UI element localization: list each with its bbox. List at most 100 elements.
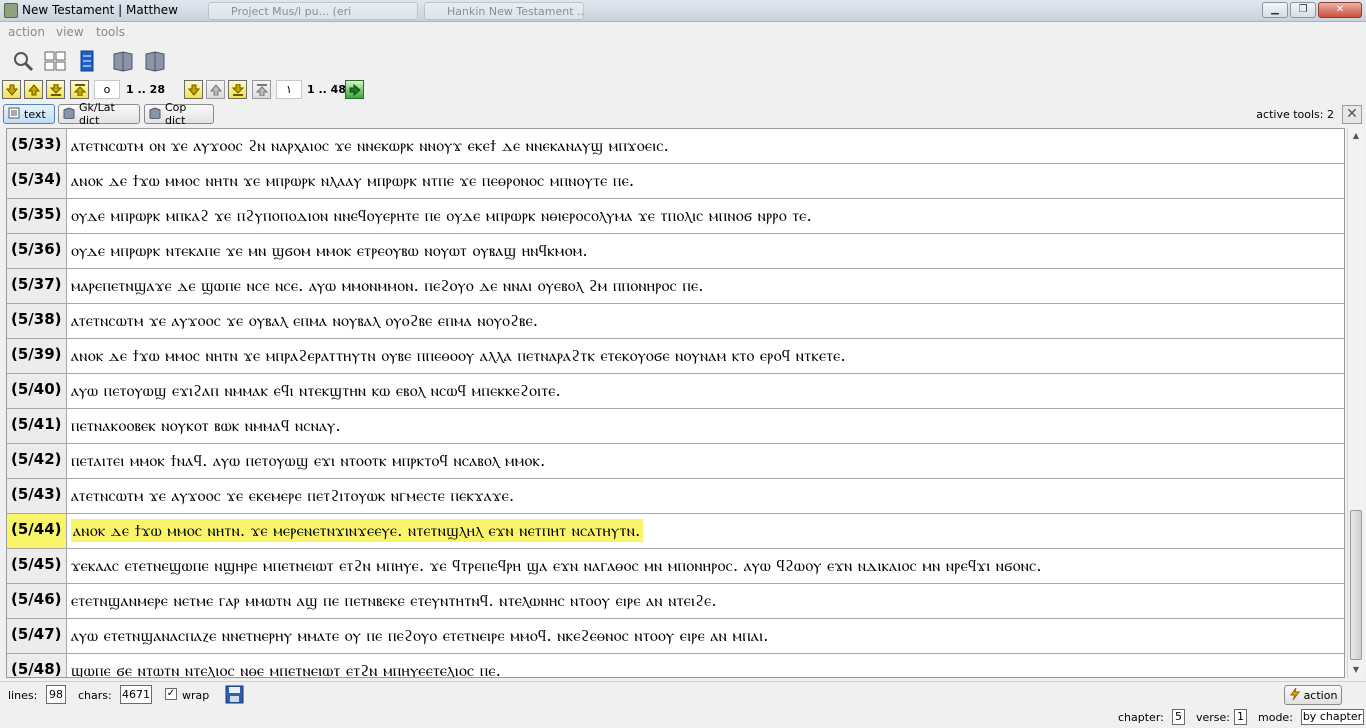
go-arrow-icon[interactable]	[345, 80, 364, 99]
verse-row[interactable]: (5/48) ϣⲱⲡⲉ ϭⲉ ⲛⲧⲱⲧⲛ ⲛⲧⲉⲗⲓⲟⲥ ⲛⲑⲉ ⲙⲡⲉⲧⲛⲉⲓⲱ…	[7, 654, 1344, 677]
verse-row[interactable]: (5/43) ⲁⲧⲉⲧⲛⲥⲱⲧⲙ ϫⲉ ⲁⲩϫⲟⲟⲥ ϫⲉ ⲉⲕⲉⲙⲉⲣⲉ ⲡⲉⲧ…	[7, 479, 1344, 514]
verse-text: ⲟⲩⲇⲉ ⲙⲡⲣⲱⲣⲕ ⲛⲧⲉⲕⲁⲡⲉ ϫⲉ ⲙⲛ ϣϭⲟⲙ ⲙⲙⲟⲕ ⲉⲧⲣⲉ…	[71, 241, 588, 260]
verse-row[interactable]: (5/41) ⲡⲉⲧⲛⲁⲕⲟⲟⲃⲉⲕ ⲛⲟⲩⲕⲟⲧ ⲃⲱⲕ ⲛⲙⲙⲁϥ ⲛⲥⲛⲁⲩ…	[7, 409, 1344, 444]
icon-toolbar	[0, 44, 1366, 76]
book-icon[interactable]	[142, 48, 168, 74]
scroll-down-icon[interactable]: ▼	[1348, 662, 1364, 678]
verse-row[interactable]: (5/34) ⲁⲛⲟⲕ ⲇⲉ ϯϫⲱ ⲙⲙⲟⲥ ⲛⲏⲧⲛ ϫⲉ ⲙⲡⲣⲱⲣⲕ ⲛⲗ…	[7, 164, 1344, 199]
verse-text-cell: ⲁⲛⲟⲕ ⲇⲉ ϯϫⲱ ⲙⲙⲟⲥ ⲛⲏⲧⲛ ϫⲉ ⲙⲡⲣⲱⲣⲕ ⲛⲗⲁⲁⲩ ⲙⲡ…	[67, 164, 1344, 198]
column-icon[interactable]	[74, 48, 100, 74]
minimize-button[interactable]: ▁	[1262, 2, 1288, 18]
tool-tabs: text Gk/Lat dict Cop dict active tools: …	[0, 101, 1366, 127]
verse-row[interactable]: (5/36) ⲟⲩⲇⲉ ⲙⲡⲣⲱⲣⲕ ⲛⲧⲉⲕⲁⲡⲉ ϫⲉ ⲙⲛ ϣϭⲟⲙ ⲙⲙⲟ…	[7, 234, 1344, 269]
verse-down-icon[interactable]	[184, 80, 203, 99]
search-icon[interactable]	[10, 48, 36, 74]
verse-text: ⲁⲧⲉⲧⲛⲥⲱⲧⲙ ϫⲉ ⲁⲩϫⲟⲟⲥ ϫⲉ ⲉⲕⲉⲙⲉⲣⲉ ⲡⲉⲧϩⲓⲧⲟⲩⲱ…	[71, 486, 515, 505]
scroll-thumb[interactable]	[1350, 510, 1362, 660]
chapter-input[interactable]: o	[94, 80, 120, 99]
background-tab[interactable]: Hankin New Testament ...	[424, 2, 584, 20]
verse-text-cell: ⲟⲩⲇⲉ ⲙⲡⲣⲱⲣⲕ ⲛⲧⲉⲕⲁⲡⲉ ϫⲉ ⲙⲛ ϣϭⲟⲙ ⲙⲙⲟⲕ ⲉⲧⲣⲉ…	[67, 234, 1344, 268]
verse-row[interactable]: (5/39) ⲁⲛⲟⲕ ⲇⲉ ϯϫⲱ ⲙⲙⲟⲥ ⲛⲏⲧⲛ ϫⲉ ⲙⲡⲣⲁϩⲉⲣⲁⲧ…	[7, 339, 1344, 374]
verse-text-cell: ⲁⲩⲱ ⲡⲉⲧⲟⲩⲱϣ ⲉϫⲓϩⲁⲡ ⲛⲙⲙⲁⲕ ⲉϥⲓ ⲛⲧⲉⲕϣⲧⲏⲛ ⲕⲱ…	[67, 374, 1344, 408]
verse-row[interactable]: (5/45) ϫⲉⲕⲁⲁⲥ ⲉⲧⲉⲧⲛⲉϣⲱⲡⲉ ⲛϣⲏⲣⲉ ⲙⲡⲉⲧⲛⲉⲓⲱⲧ …	[7, 549, 1344, 584]
verse-text: ⲡⲉⲧⲛⲁⲕⲟⲟⲃⲉⲕ ⲛⲟⲩⲕⲟⲧ ⲃⲱⲕ ⲛⲙⲙⲁϥ ⲛⲥⲛⲁⲩ.	[71, 416, 341, 435]
verse-text-cell: ϫⲉⲕⲁⲁⲥ ⲉⲧⲉⲧⲛⲉϣⲱⲡⲉ ⲛϣⲏⲣⲉ ⲙⲡⲉⲧⲛⲉⲓⲱⲧ ⲉⲧϩⲛ ⲙ…	[67, 549, 1344, 583]
verse-ref: (5/45)	[7, 549, 67, 583]
verse-text: ⲁⲛⲟⲕ ⲇⲉ ϯϫⲱ ⲙⲙⲟⲥ ⲛⲏⲧⲛ ϫⲉ ⲙⲡⲣⲱⲣⲕ ⲛⲗⲁⲁⲩ ⲙⲡ…	[71, 171, 635, 190]
verse-ref: (5/37)	[7, 269, 67, 303]
title-bar: New Testament | Matthew Project Mus/l pu…	[0, 0, 1366, 22]
chapter-range: 1 .. 28	[126, 83, 165, 96]
verse-row[interactable]: (5/33) ⲁⲧⲉⲧⲛⲥⲱⲧⲙ ⲟⲛ ϫⲉ ⲁⲩϫⲟⲟⲥ ϩⲛ ⲛⲁⲣⲭⲁⲓⲟⲥ…	[7, 129, 1344, 164]
menu-bar: action view tools	[0, 22, 1366, 42]
verse-input[interactable]: ١	[276, 80, 302, 99]
background-tab-label: Hankin New Testament ...	[447, 5, 584, 18]
layout-icon[interactable]	[42, 48, 68, 74]
verse-text: ⲡⲉⲧⲁⲓⲧⲉⲓ ⲙⲙⲟⲕ ϯⲛⲁϥ. ⲁⲩⲱ ⲡⲉⲧⲟⲩⲱϣ ⲉϫⲓ ⲛⲧⲟⲟ…	[71, 451, 546, 470]
mode-label: mode:	[1258, 711, 1293, 724]
verse-row[interactable]: (5/46) ⲉⲧⲉⲧⲛϣⲁⲛⲙⲉⲣⲉ ⲛⲉⲧⲙⲉ ⲅⲁⲣ ⲙⲙⲱⲧⲛ ⲁϣ ⲡⲉ…	[7, 584, 1344, 619]
verse-ref: (5/48)	[7, 654, 67, 677]
verse-text: ⲉⲧⲉⲧⲛϣⲁⲛⲙⲉⲣⲉ ⲛⲉⲧⲙⲉ ⲅⲁⲣ ⲙⲙⲱⲧⲛ ⲁϣ ⲡⲉ ⲡⲉⲧⲛⲃ…	[71, 591, 717, 610]
verse-row[interactable]: (5/37) ⲙⲁⲣⲉⲡⲉⲧⲛϣⲁϫⲉ ⲇⲉ ϣⲱⲡⲉ ⲛⲥⲉ ⲛⲥⲉ. ⲁⲩⲱ …	[7, 269, 1344, 304]
verse-row[interactable]: (5/40) ⲁⲩⲱ ⲡⲉⲧⲟⲩⲱϣ ⲉϫⲓϩⲁⲡ ⲛⲙⲙⲁⲕ ⲉϥⲓ ⲛⲧⲉⲕϣ…	[7, 374, 1344, 409]
save-icon[interactable]	[225, 685, 244, 704]
verse-list[interactable]: (5/33) ⲁⲧⲉⲧⲛⲥⲱⲧⲙ ⲟⲛ ϫⲉ ⲁⲩϫⲟⲟⲥ ϩⲛ ⲛⲁⲣⲭⲁⲓⲟⲥ…	[6, 128, 1345, 678]
verse-ref: (5/36)	[7, 234, 67, 268]
verse-text-cell: ⲁⲧⲉⲧⲛⲥⲱⲧⲙ ϫⲉ ⲁⲩϫⲟⲟⲥ ϫⲉ ⲉⲕⲉⲙⲉⲣⲉ ⲡⲉⲧϩⲓⲧⲟⲩⲱ…	[67, 479, 1344, 513]
verse-text: ⲙⲁⲣⲉⲡⲉⲧⲛϣⲁϫⲉ ⲇⲉ ϣⲱⲡⲉ ⲛⲥⲉ ⲛⲥⲉ. ⲁⲩⲱ ⲙⲙⲟⲛⲙⲙ…	[71, 276, 704, 295]
app-icon	[4, 3, 18, 18]
chapter-up-icon[interactable]	[24, 80, 43, 99]
verse-text: ⲁⲧⲉⲧⲛⲥⲱⲧⲙ ⲟⲛ ϫⲉ ⲁⲩϫⲟⲟⲥ ϩⲛ ⲛⲁⲣⲭⲁⲓⲟⲥ ϫⲉ ⲛⲛ…	[71, 136, 670, 155]
tab-gk-lat-dict[interactable]: Gk/Lat dict	[58, 101, 140, 127]
chapter-last-icon[interactable]	[46, 80, 65, 99]
verse-label: verse:	[1196, 711, 1231, 724]
document-icon	[8, 107, 20, 122]
verse-up-icon[interactable]	[206, 80, 225, 99]
verse-ref: (5/46)	[7, 584, 67, 618]
wrap-label: wrap	[182, 689, 210, 702]
scroll-up-icon[interactable]: ▲	[1348, 128, 1364, 144]
mode-select[interactable]: by chapter	[1301, 709, 1364, 725]
tab-cop-dict[interactable]: Cop dict	[144, 101, 214, 127]
verse-ref: (5/41)	[7, 409, 67, 443]
tab-text[interactable]: text	[3, 104, 55, 124]
chapter-first-icon[interactable]	[70, 80, 89, 99]
navigation-bar: o 1 .. 28 ١ 1 .. 48	[0, 78, 1366, 100]
action-button-label: action	[1303, 688, 1338, 702]
verse-text-cell: ⲁⲛⲟⲕ ⲇⲉ ϯϫⲱ ⲙⲙⲟⲥ ⲛⲏⲧⲛ ϫⲉ ⲙⲡⲣⲁϩⲉⲣⲁⲧⲧⲏⲩⲧⲛ …	[67, 339, 1344, 373]
verse-row[interactable]: (5/38) ⲁⲧⲉⲧⲛⲥⲱⲧⲙ ϫⲉ ⲁⲩϫⲟⲟⲥ ϫⲉ ⲟⲩⲃⲁⲗ ⲉⲡⲙⲁ …	[7, 304, 1344, 339]
menu-tools[interactable]: tools	[96, 25, 125, 39]
wrap-checkbox[interactable]: ✓	[165, 688, 177, 700]
chapter-value: 5	[1172, 709, 1185, 725]
verse-text-cell: ⲙⲁⲣⲉⲡⲉⲧⲛϣⲁϫⲉ ⲇⲉ ϣⲱⲡⲉ ⲛⲥⲉ ⲛⲥⲉ. ⲁⲩⲱ ⲙⲙⲟⲛⲙⲙ…	[67, 269, 1344, 303]
close-window-button[interactable]: ✕	[1318, 2, 1362, 18]
close-icon[interactable]: ✕	[1342, 105, 1362, 124]
verse-first-icon[interactable]	[252, 80, 271, 99]
verse-last-icon[interactable]	[228, 80, 247, 99]
verse-text-cell: ⲁⲧⲉⲧⲛⲥⲱⲧⲙ ϫⲉ ⲁⲩϫⲟⲟⲥ ϫⲉ ⲟⲩⲃⲁⲗ ⲉⲡⲙⲁ ⲛⲟⲩⲃⲁⲗ…	[67, 304, 1344, 338]
background-tab[interactable]: Project Mus/l pu... (eri	[208, 2, 418, 20]
maximize-button[interactable]: ❐	[1290, 2, 1316, 18]
verse-row[interactable]: (5/42) ⲡⲉⲧⲁⲓⲧⲉⲓ ⲙⲙⲟⲕ ϯⲛⲁϥ. ⲁⲩⲱ ⲡⲉⲧⲟⲩⲱϣ ⲉϫ…	[7, 444, 1344, 479]
verse-text: ⲟⲩⲇⲉ ⲙⲡⲣⲱⲣⲕ ⲙⲡⲕⲁϩ ϫⲉ ⲡϩⲩⲡⲟⲡⲟⲇⲓⲟⲛ ⲛⲛⲉϥⲟⲩⲉ…	[71, 206, 812, 225]
chapter-down-icon[interactable]	[2, 80, 21, 99]
menu-action[interactable]: action	[8, 25, 45, 39]
verse-ref: (5/33)	[7, 129, 67, 163]
verse-text-cell: ⲡⲉⲧⲁⲓⲧⲉⲓ ⲙⲙⲟⲕ ϯⲛⲁϥ. ⲁⲩⲱ ⲡⲉⲧⲟⲩⲱϣ ⲉϫⲓ ⲛⲧⲟⲟ…	[67, 444, 1344, 478]
verse-row[interactable]: (5/35) ⲟⲩⲇⲉ ⲙⲡⲣⲱⲣⲕ ⲙⲡⲕⲁϩ ϫⲉ ⲡϩⲩⲡⲟⲡⲟⲇⲓⲟⲛ ⲛ…	[7, 199, 1344, 234]
verse-text: ⲁⲩⲱ ⲉⲧⲉⲧⲛϣⲁⲛⲁⲥⲡⲁⲍⲉ ⲛⲛⲉⲧⲛⲉⲣⲏⲩ ⲙⲙⲁⲧⲉ ⲟⲩ ⲡⲉ…	[71, 626, 769, 645]
tab-cop-dict-label: Cop dict	[165, 101, 187, 127]
verse-text: ⲁⲩⲱ ⲡⲉⲧⲟⲩⲱϣ ⲉϫⲓϩⲁⲡ ⲛⲙⲙⲁⲕ ⲉϥⲓ ⲛⲧⲉⲕϣⲧⲏⲛ ⲕⲱ…	[71, 381, 562, 400]
menu-view[interactable]: view	[56, 25, 84, 39]
book-icon	[63, 106, 75, 122]
action-button[interactable]: action	[1284, 685, 1342, 705]
vertical-scrollbar[interactable]: ▲ ▼	[1347, 128, 1364, 678]
lines-label: lines:	[8, 689, 38, 702]
book-icon[interactable]	[110, 48, 136, 74]
verse-text-cell: ⲉⲧⲉⲧⲛϣⲁⲛⲙⲉⲣⲉ ⲛⲉⲧⲙⲉ ⲅⲁⲣ ⲙⲙⲱⲧⲛ ⲁϣ ⲡⲉ ⲡⲉⲧⲛⲃ…	[67, 584, 1344, 618]
tab-gk-lat-dict-label: Gk/Lat dict	[79, 101, 115, 127]
verse-row[interactable]: (5/44) ⲁⲛⲟⲕ ⲇⲉ ϯϫⲱ ⲙⲙⲟⲥ ⲛⲏⲧⲛ. ϫⲉ ⲙⲉⲣⲉⲛⲉⲧⲛ…	[7, 514, 1344, 549]
verse-text-cell: ⲟⲩⲇⲉ ⲙⲡⲣⲱⲣⲕ ⲙⲡⲕⲁϩ ϫⲉ ⲡϩⲩⲡⲟⲡⲟⲇⲓⲟⲛ ⲛⲛⲉϥⲟⲩⲉ…	[67, 199, 1344, 233]
verse-row[interactable]: (5/47) ⲁⲩⲱ ⲉⲧⲉⲧⲛϣⲁⲛⲁⲥⲡⲁⲍⲉ ⲛⲛⲉⲧⲛⲉⲣⲏⲩ ⲙⲙⲁⲧⲉ…	[7, 619, 1344, 654]
